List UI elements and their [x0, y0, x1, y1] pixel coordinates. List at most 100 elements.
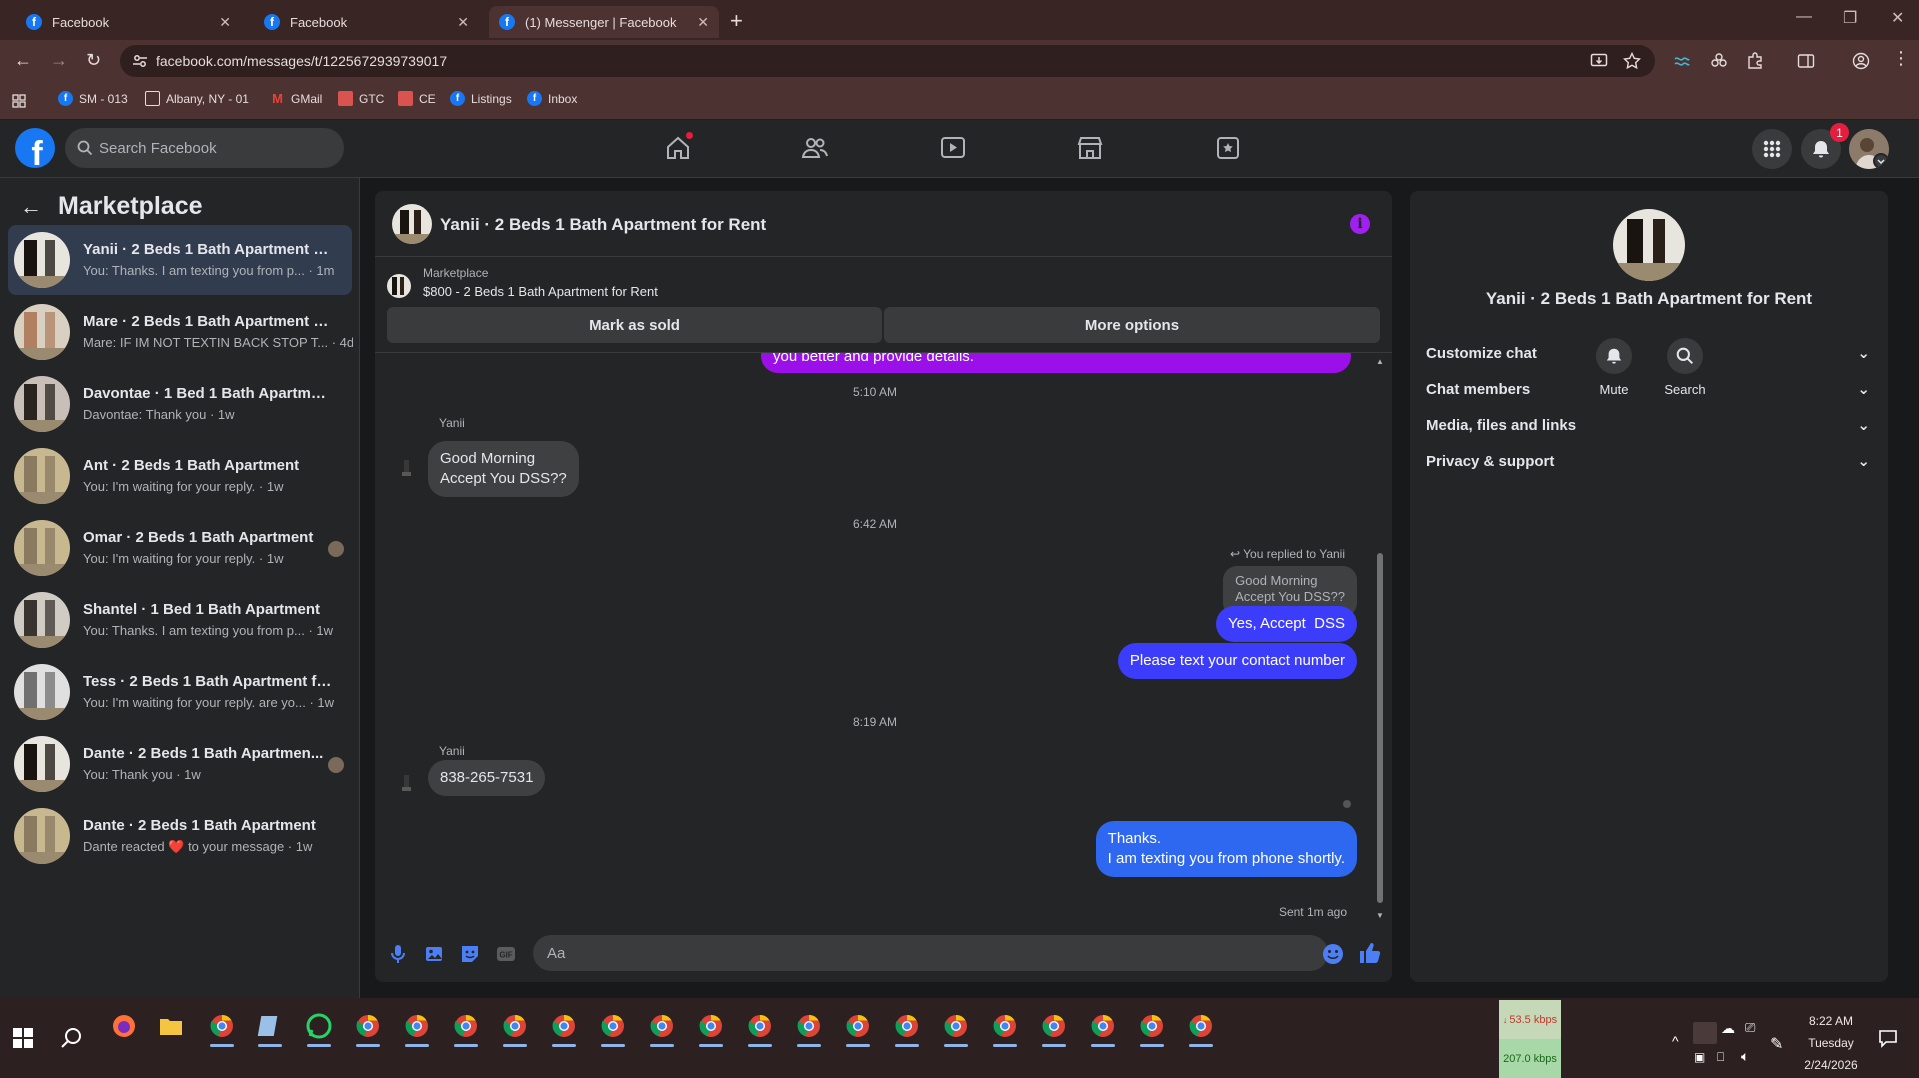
- pen-tray-icon[interactable]: [1693, 1022, 1717, 1044]
- browser-tab-3-active[interactable]: f (1) Messenger | Facebook ✕: [489, 6, 719, 38]
- show-hidden-icons-icon[interactable]: ^: [1672, 1033, 1679, 1049]
- forward-icon[interactable]: →: [50, 50, 68, 71]
- chrome-icon[interactable]: [550, 1012, 578, 1040]
- conversation-item[interactable]: Davontae · 1 Bed 1 Bath Apartment Davonta…: [8, 369, 352, 439]
- bookmark-listings[interactable]: f Listings: [450, 91, 512, 106]
- extension-waves-icon[interactable]: [1673, 52, 1691, 70]
- apps-grid-icon[interactable]: [12, 94, 26, 108]
- ethernet-icon[interactable]: ⎕: [1717, 1050, 1724, 1065]
- back-arrow-icon[interactable]: ←: [20, 194, 42, 220]
- microphone-icon[interactable]: [389, 944, 407, 964]
- emoji-icon[interactable]: [1322, 943, 1344, 965]
- install-app-icon[interactable]: [1590, 52, 1608, 70]
- chrome-icon[interactable]: [648, 1012, 676, 1040]
- chrome-icon[interactable]: [1040, 1012, 1068, 1040]
- bookmark-gtc[interactable]: GTC: [338, 91, 384, 106]
- chrome-icon[interactable]: [991, 1012, 1019, 1040]
- chrome-icon[interactable]: [942, 1012, 970, 1040]
- chrome-icon[interactable]: [403, 1012, 431, 1040]
- window-close-icon[interactable]: ✕: [1891, 8, 1904, 28]
- chat-members-section[interactable]: Chat members ⌄: [1422, 369, 1876, 409]
- facebook-search-input[interactable]: Search Facebook: [65, 128, 344, 168]
- chrome-icon[interactable]: [599, 1012, 627, 1040]
- conversation-item[interactable]: Ant · 2 Beds 1 Bath Apartment You: I'm wa…: [8, 441, 352, 511]
- home-nav-icon[interactable]: [664, 132, 693, 162]
- bookmark-star-icon[interactable]: [1623, 52, 1641, 70]
- conversation-item[interactable]: Dante · 2 Beds 1 Bath Apartmen... You: Th…: [8, 729, 352, 799]
- conversation-item[interactable]: Dante · 2 Beds 1 Bath Apartment Dante rea…: [8, 801, 352, 871]
- restore-icon[interactable]: ❐: [1843, 8, 1857, 28]
- media-files-links-section[interactable]: Media, files and links ⌄: [1422, 405, 1876, 445]
- notification-center-icon[interactable]: [1878, 1028, 1898, 1048]
- back-icon[interactable]: ←: [14, 50, 32, 71]
- groups-nav-icon[interactable]: [1214, 134, 1242, 162]
- tab-close-icon[interactable]: ✕: [697, 14, 709, 31]
- customize-chat-section[interactable]: Customize chat ⌄: [1422, 333, 1876, 373]
- notepad-icon[interactable]: [256, 1012, 284, 1040]
- onedrive-icon[interactable]: ☁: [1721, 1020, 1735, 1037]
- chrome-icon[interactable]: [697, 1012, 725, 1040]
- browser-tab-2[interactable]: f Facebook ✕: [254, 6, 479, 38]
- minimize-icon[interactable]: —: [1796, 8, 1812, 26]
- conversation-item[interactable]: Tess · 2 Beds 1 Bath Apartment for ... Yo…: [8, 657, 352, 727]
- bookmark-gmail[interactable]: M GMail: [270, 91, 322, 106]
- bookmark-ce[interactable]: CE: [398, 91, 436, 106]
- new-tab-icon[interactable]: +: [730, 8, 743, 34]
- conversation-item[interactable]: Shantel · 1 Bed 1 Bath Apartment You: Tha…: [8, 585, 352, 655]
- file-explorer-icon[interactable]: [157, 1012, 185, 1040]
- chrome-icon[interactable]: [1138, 1012, 1166, 1040]
- notifications-button[interactable]: 1: [1801, 123, 1849, 169]
- facebook-logo-icon[interactable]: f: [15, 128, 55, 168]
- chrome-icon[interactable]: [1187, 1012, 1215, 1040]
- friends-nav-icon[interactable]: [801, 134, 829, 162]
- scrollbar-thumb[interactable]: [1377, 553, 1383, 903]
- volume-icon[interactable]: 🔈︎: [1741, 1048, 1749, 1065]
- more-options-button[interactable]: More options: [884, 307, 1380, 343]
- bookmark-sm-013[interactable]: f SM - 013: [58, 91, 128, 106]
- bookmark-inbox[interactable]: f Inbox: [527, 91, 577, 106]
- bookmark-albany[interactable]: Albany, NY - 01: [145, 91, 249, 106]
- chrome-icon[interactable]: [844, 1012, 872, 1040]
- menu-grid-button[interactable]: [1752, 129, 1792, 169]
- chrome-icon[interactable]: [208, 1012, 236, 1040]
- system-clock[interactable]: 8:22 AM Tuesday 2/24/2026: [1796, 1010, 1866, 1076]
- whatsapp-icon[interactable]: [305, 1012, 333, 1040]
- info-icon[interactable]: i: [1350, 214, 1370, 234]
- side-panel-icon[interactable]: [1797, 52, 1815, 70]
- tab-close-icon[interactable]: ✕: [219, 14, 231, 31]
- tab-close-icon[interactable]: ✕: [457, 14, 469, 31]
- conversation-item[interactable]: Omar · 2 Beds 1 Bath Apartment You: I'm w…: [8, 513, 352, 583]
- watch-nav-icon[interactable]: [939, 134, 967, 162]
- like-thumb-icon[interactable]: [1358, 941, 1382, 965]
- chrome-icon[interactable]: [501, 1012, 529, 1040]
- windows-search-icon[interactable]: [61, 1027, 83, 1049]
- conversation-item[interactable]: Yanii · 2 Beds 1 Bath Apartment for... Yo…: [8, 225, 352, 295]
- conversation-item[interactable]: Mare · 2 Beds 1 Bath Apartment fo... Mare…: [8, 297, 353, 367]
- pen-menu-icon[interactable]: ✎: [1770, 1034, 1783, 1054]
- address-bar[interactable]: facebook.com/messages/t/1225672939739017: [120, 45, 1655, 77]
- site-settings-icon[interactable]: [132, 53, 148, 69]
- privacy-support-section[interactable]: Privacy & support ⌄: [1422, 441, 1876, 481]
- gif-icon[interactable]: GIF: [496, 944, 516, 964]
- windows-start-icon[interactable]: [13, 1028, 33, 1048]
- chrome-icon[interactable]: [795, 1012, 823, 1040]
- chrome-icon[interactable]: [354, 1012, 382, 1040]
- photo-icon[interactable]: [425, 944, 445, 964]
- profile-avatar-button[interactable]: [1849, 129, 1889, 169]
- profile-icon[interactable]: [1852, 52, 1870, 70]
- reload-icon[interactable]: ↻: [86, 50, 101, 71]
- browser-menu-icon[interactable]: ⋮: [1892, 48, 1910, 69]
- extensions-puzzle-icon[interactable]: [1746, 52, 1764, 70]
- meet-now-icon[interactable]: ⎚: [1745, 1020, 1755, 1036]
- firefox-icon[interactable]: [110, 1012, 138, 1040]
- chrome-icon[interactable]: [452, 1012, 480, 1040]
- marketplace-nav-icon[interactable]: [1076, 134, 1104, 162]
- chat-avatar[interactable]: [392, 204, 432, 244]
- chrome-icon[interactable]: [893, 1012, 921, 1040]
- browser-tab-1[interactable]: f Facebook ✕: [16, 6, 241, 38]
- chrome-icon[interactable]: [746, 1012, 774, 1040]
- network-tray-icon[interactable]: ▣: [1694, 1050, 1705, 1064]
- mark-as-sold-button[interactable]: Mark as sold: [387, 307, 882, 343]
- sticker-icon[interactable]: [460, 944, 480, 964]
- extension-flower-icon[interactable]: [1710, 52, 1728, 70]
